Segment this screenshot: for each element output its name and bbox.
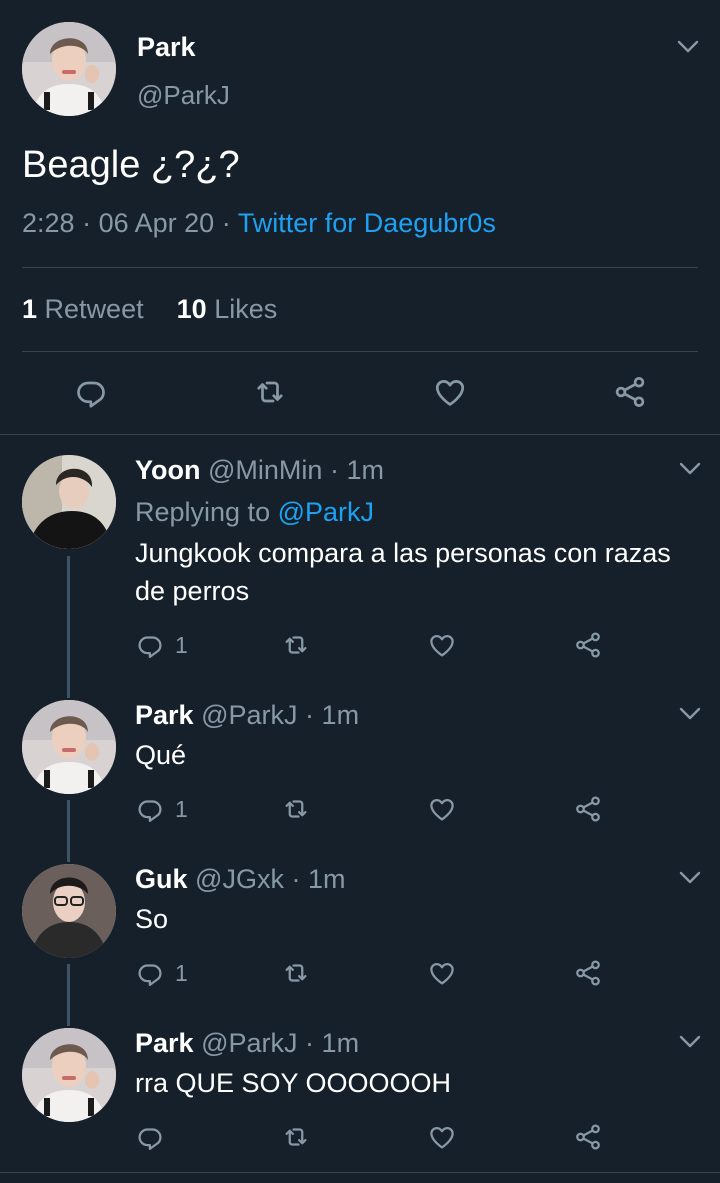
retweets-stat[interactable]: 1 Retweet	[22, 294, 144, 324]
retweet-icon[interactable]	[281, 629, 311, 661]
tweet-date: 06 Apr 20	[98, 208, 215, 238]
reply-button[interactable]: 1	[135, 629, 188, 661]
chevron-down-icon[interactable]	[679, 462, 701, 476]
retweet-icon[interactable]	[281, 793, 311, 825]
reply-icon[interactable]	[73, 374, 109, 410]
retweets-count: 1	[22, 294, 38, 324]
share-icon[interactable]	[573, 793, 603, 825]
like-icon[interactable]	[427, 957, 457, 989]
reply-button[interactable]: 1	[135, 793, 188, 825]
reply-text: rra QUE SOY OOOOOOH	[135, 1068, 452, 1098]
like-icon[interactable]	[427, 793, 457, 825]
reply-tweet[interactable]: Park @ParkJ · 1m Qué 1	[0, 680, 720, 844]
author-handle[interactable]: @ParkJ	[201, 700, 297, 730]
reply-icon	[135, 958, 165, 988]
author-name[interactable]: Yoon	[135, 455, 200, 485]
tweet-text: Beagle ¿?¿?	[22, 144, 240, 186]
meta-separator: ·	[305, 700, 315, 730]
reply-header: Yoon @MinMin · 1m	[135, 455, 384, 486]
main-tweet: Park @ParkJ Beagle ¿?¿? 2:28 · 06 Apr 20…	[0, 0, 720, 434]
author-name[interactable]: Park	[135, 700, 194, 730]
meta-separator: ·	[291, 864, 301, 894]
retweet-icon[interactable]	[252, 374, 288, 410]
retweet-icon[interactable]	[281, 1121, 311, 1153]
author-handle[interactable]: @ParkJ	[201, 1028, 297, 1058]
share-icon[interactable]	[612, 374, 648, 410]
avatar[interactable]	[22, 864, 116, 958]
author-name[interactable]: Guk	[135, 864, 188, 894]
author-name[interactable]: Park	[135, 1028, 194, 1058]
meta-separator: ·	[329, 455, 339, 485]
share-icon[interactable]	[573, 629, 603, 661]
like-icon[interactable]	[427, 1121, 457, 1153]
chevron-down-icon[interactable]	[677, 40, 699, 54]
like-icon[interactable]	[427, 629, 457, 661]
divider	[0, 1172, 720, 1173]
meta-separator: ·	[305, 1028, 315, 1058]
like-icon[interactable]	[432, 374, 468, 410]
divider	[22, 267, 698, 268]
retweet-icon[interactable]	[281, 957, 311, 989]
reply-button[interactable]	[135, 1121, 175, 1153]
reply-tweet[interactable]: Yoon @MinMin · 1m Replying to @ParkJ Jun…	[0, 435, 720, 685]
reply-count: 1	[175, 959, 188, 986]
tweet-time: 2:28	[22, 208, 75, 238]
reply-button[interactable]: 1	[135, 957, 188, 989]
reply-text: Qué	[135, 740, 187, 770]
tweet-stats: 1 Retweet 10 Likes	[22, 294, 277, 325]
retweets-label: Retweet	[44, 294, 144, 324]
author-name[interactable]: Park	[137, 32, 196, 63]
replying-to-handle-link[interactable]: @ParkJ	[278, 497, 374, 527]
reply-header: Park @ParkJ · 1m	[135, 1028, 359, 1059]
reply-time: 1m	[307, 864, 346, 894]
chevron-down-icon[interactable]	[679, 1035, 701, 1049]
chevron-down-icon[interactable]	[679, 707, 701, 721]
author-handle[interactable]: @MinMin	[208, 455, 322, 485]
chevron-down-icon[interactable]	[679, 871, 701, 885]
reply-time: 1m	[321, 1028, 360, 1058]
reply-icon	[135, 794, 165, 824]
share-icon[interactable]	[573, 1121, 603, 1153]
author-handle[interactable]: @ParkJ	[137, 80, 230, 111]
avatar[interactable]	[22, 1028, 116, 1122]
reply-text: Jungkook compara a las personas con raza…	[135, 538, 671, 606]
reply-icon	[135, 1122, 165, 1152]
reply-time: 1m	[346, 455, 384, 485]
replying-to-label: Replying to	[135, 497, 271, 527]
likes-label: Likes	[214, 294, 278, 324]
likes-stat[interactable]: 10 Likes	[177, 294, 278, 324]
reply-tweet[interactable]: Park @ParkJ · 1m rra QUE SOY OOOOOOH	[0, 1008, 720, 1172]
reply-text: So	[135, 904, 169, 934]
likes-count: 10	[176, 294, 207, 324]
author-handle[interactable]: @JGxk	[195, 864, 284, 894]
meta-separator: ·	[82, 208, 92, 238]
avatar[interactable]	[22, 700, 116, 794]
reply-count: 1	[175, 795, 188, 822]
reply-tweet[interactable]: Guk @JGxk · 1m So 1	[0, 844, 720, 1008]
avatar[interactable]	[22, 455, 116, 549]
replying-to: Replying to @ParkJ	[135, 497, 374, 528]
tweet-meta: 2:28 · 06 Apr 20 · Twitter for Daegubr0s	[22, 208, 496, 239]
reply-time: 1m	[321, 700, 360, 730]
reply-icon	[135, 630, 165, 660]
meta-separator: ·	[221, 208, 231, 238]
divider	[22, 351, 698, 352]
reply-count: 1	[175, 631, 188, 658]
tweet-source-link[interactable]: Twitter for Daegubr0s	[238, 208, 496, 238]
share-icon[interactable]	[573, 957, 603, 989]
reply-header: Park @ParkJ · 1m	[135, 700, 359, 731]
reply-header: Guk @JGxk · 1m	[135, 864, 346, 895]
avatar[interactable]	[22, 22, 116, 116]
